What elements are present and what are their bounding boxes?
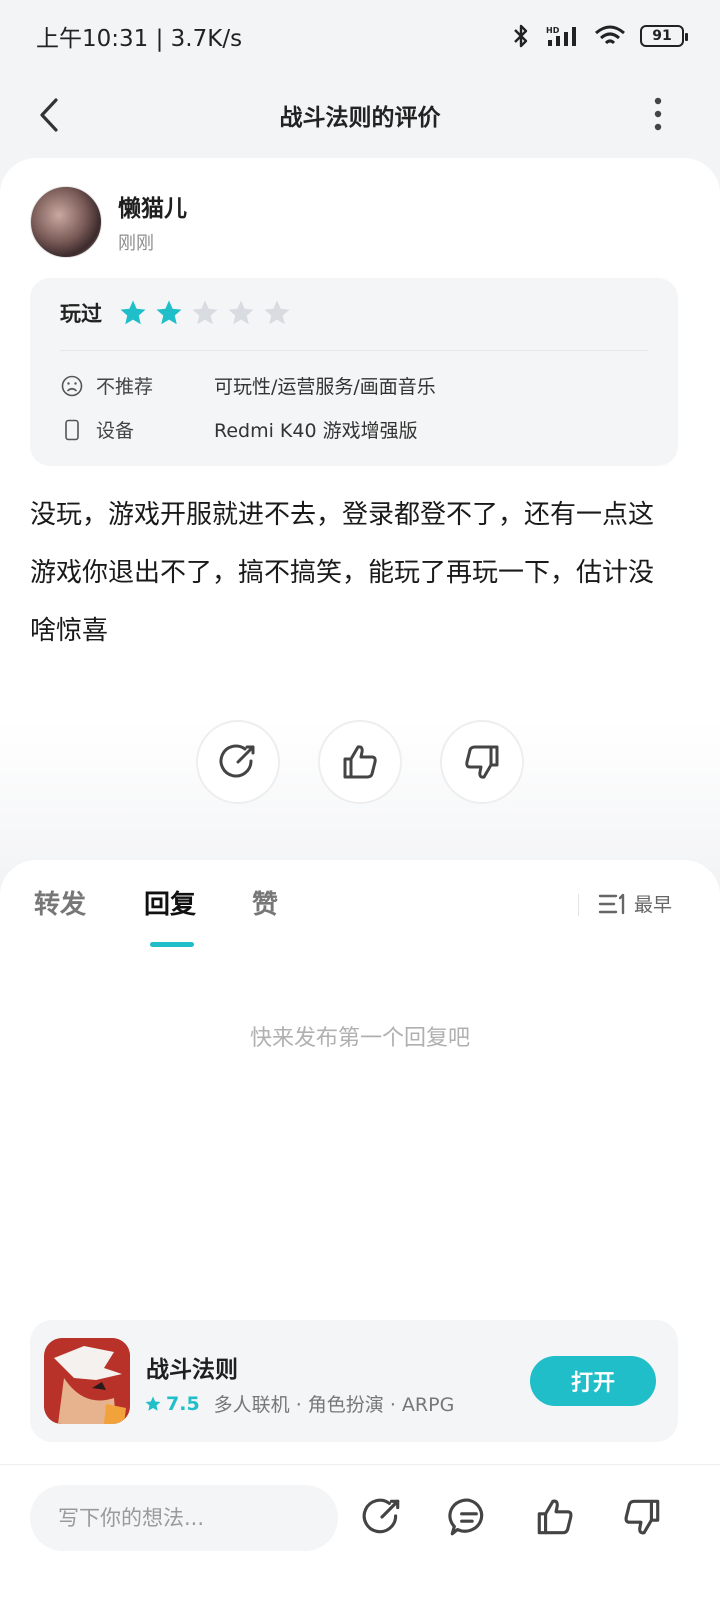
like-button[interactable] (318, 720, 402, 804)
status-bar: 上午10:31 | 3.7K/s HD 91 (0, 0, 720, 72)
sort-label: 最早 (634, 894, 673, 916)
review-card: 懒猫儿 刚刚 玩过 不推荐 可玩性/运营服务/画面音乐 设备 Redmi K40… (0, 158, 720, 878)
star-empty-icon (228, 300, 254, 325)
device-row: 设备 Redmi K40 游戏增强版 (60, 416, 418, 443)
app-score: 7.5 (166, 1392, 200, 1415)
thumbs-up-icon[interactable] (533, 1495, 577, 1539)
star-filled-icon (156, 300, 182, 325)
sort-button[interactable]: 最早 (598, 890, 672, 917)
game-art-icon (44, 1338, 130, 1424)
app-name: 战斗法则 (146, 1357, 238, 1383)
review-text: 没玩，游戏开服就进不去，登录都登不了，还有一点这游戏你退出不了，搞不搞笑，能玩了… (30, 500, 655, 646)
recommend-label: 不推荐 (96, 376, 154, 398)
active-tab-indicator (150, 942, 194, 947)
svg-text:HD: HD (546, 26, 560, 35)
user-row[interactable]: 懒猫儿 刚刚 (30, 186, 187, 258)
star-empty-icon (192, 300, 218, 325)
page-title: 战斗法则的评价 (279, 105, 441, 131)
app-meta: 7.5 多人联机 · 角色扮演 · ARPG (144, 1390, 454, 1417)
more-options-icon[interactable] (648, 94, 668, 134)
phone-icon (65, 419, 79, 440)
dislike-button[interactable] (440, 720, 524, 804)
battery-indicator: 91 (640, 25, 688, 47)
thumbs-down-icon (465, 745, 499, 779)
review-time: 刚刚 (118, 233, 154, 254)
back-arrow-icon[interactable] (30, 90, 70, 140)
status-time-speed: 上午10:31 | 3.7K/s (36, 26, 243, 52)
share-icon[interactable] (360, 1495, 404, 1539)
share-icon (219, 744, 255, 778)
rating-divider (60, 350, 648, 351)
comment-icon[interactable] (447, 1495, 491, 1539)
user-meta: 懒猫儿 刚刚 (118, 189, 187, 255)
score-star-icon (145, 1396, 161, 1411)
tab-reply[interactable]: 回复 (144, 884, 196, 921)
avatar[interactable] (30, 186, 102, 258)
bottom-bar (0, 1464, 720, 1600)
sort-icon (598, 893, 625, 914)
star-rating (118, 298, 292, 328)
rating-box: 玩过 不推荐 可玩性/运营服务/画面音乐 设备 Redmi K40 游戏增强版 (30, 278, 678, 466)
tab-like[interactable]: 赞 (252, 884, 278, 921)
user-name[interactable]: 懒猫儿 (118, 189, 187, 223)
device-value: Redmi K40 游戏增强版 (214, 420, 418, 442)
bluetooth-icon (514, 24, 528, 48)
empty-replies-text: 快来发布第一个回复吧 (249, 1026, 470, 1051)
played-label: 玩过 (60, 302, 102, 326)
wifi-icon (595, 25, 625, 45)
app-icon[interactable] (44, 1338, 130, 1424)
app-card[interactable]: 战斗法则 7.5 多人联机 · 角色扮演 · ARPG 打开 (30, 1320, 678, 1442)
rating-row: 玩过 (60, 298, 292, 328)
open-button[interactable]: 打开 (530, 1356, 656, 1406)
comment-input[interactable] (30, 1485, 338, 1551)
sort-divider (578, 894, 579, 916)
thumbs-up-icon (343, 745, 377, 779)
app-tags: 多人联机 · 角色扮演 · ARPG (213, 1394, 455, 1416)
battery-level: 91 (652, 28, 672, 44)
recommend-value: 可玩性/运营服务/画面音乐 (214, 376, 436, 398)
star-empty-icon (264, 300, 290, 325)
recommend-row: 不推荐 可玩性/运营服务/画面音乐 (60, 372, 436, 399)
sad-face-icon (61, 375, 83, 396)
status-icons: HD 91 (510, 23, 688, 49)
star-filled-icon (120, 300, 146, 325)
device-label: 设备 (96, 420, 135, 442)
nav-bar: 战斗法则的评价 (0, 72, 720, 158)
thumbs-down-icon[interactable] (620, 1495, 664, 1539)
signal-icon: HD (546, 26, 576, 46)
share-button[interactable] (196, 720, 280, 804)
review-actions (0, 720, 720, 804)
tab-forward[interactable]: 转发 (34, 884, 86, 921)
